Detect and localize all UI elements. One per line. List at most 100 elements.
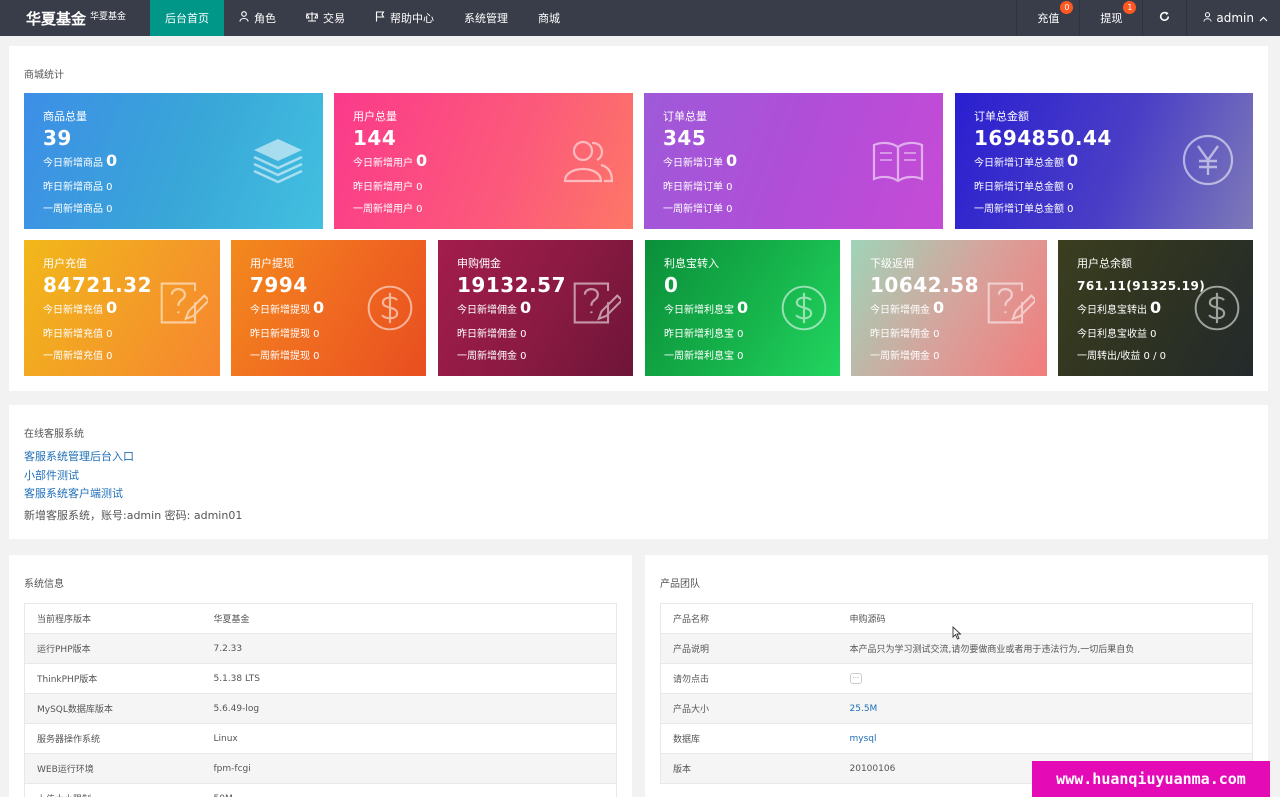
card-yesterday: 昨日新增佣金 0 — [870, 329, 940, 340]
dollar-icon — [366, 284, 414, 332]
nav-help-label: 帮助中心 — [390, 12, 434, 25]
card-week: 一周新增用户 0 — [353, 204, 423, 215]
nav-mall-label: 商城 — [538, 12, 560, 25]
withdraw-button[interactable]: 提现 1 — [1079, 0, 1142, 36]
withdraw-label: 提现 — [1100, 12, 1123, 25]
service-note: 新增客服系统，账号:admin 密码: admin01 — [24, 509, 243, 522]
card-yesterday: 昨日新增用户 0 — [353, 182, 423, 193]
card-today: 今日新增佣金 0 — [870, 298, 945, 317]
stat-card-commission[interactable]: 申购佣金 19132.57 今日新增佣金 0 昨日新增佣金 0 一周新增佣金 0 — [438, 240, 633, 376]
card-week: 一周转出/收益 0 / 0 — [1077, 351, 1166, 362]
do-not-click-button[interactable]: ··· — [849, 673, 863, 684]
table-row: 运行PHP版本 7.2.33 — [24, 633, 617, 664]
size-link[interactable]: 25.5M — [850, 704, 878, 714]
card-label: 利息宝转入 — [664, 257, 719, 270]
book-icon — [871, 135, 925, 189]
service-client-link[interactable]: 客服系统客户端测试 — [24, 485, 134, 504]
stat-card-interest-in[interactable]: 利息宝转入 0 今日新增利息宝 0 昨日新增利息宝 0 一周新增利息宝 0 — [645, 240, 840, 376]
stat-card-orders[interactable]: 订单总量 345 今日新增订单 0 昨日新增订单 0 一周新增订单 0 — [644, 93, 943, 229]
table-row: ThinkPHP版本 5.1.38 LTS — [24, 663, 617, 694]
sysinfo-table: 当前程序版本 华夏基金 运行PHP版本 7.2.33 ThinkPHP版本 5.1.3… — [24, 603, 617, 797]
admin-menu[interactable]: admin — [1186, 0, 1280, 36]
logo-sub: 华夏基金 — [90, 12, 127, 22]
card-label: 订单总量 — [663, 110, 707, 123]
service-admin-link[interactable]: 客服系统管理后台入口 — [24, 448, 134, 467]
question-edit-icon — [158, 278, 208, 328]
team-title: 产品团队 — [660, 579, 700, 590]
nav-trade[interactable]: 交易 — [291, 0, 360, 36]
stat-card-recharge[interactable]: 用户充值 84721.32 今日新增充值 0 昨日新增充值 0 一周新增充值 0 — [24, 240, 220, 376]
card-yesterday: 昨日新增订单 0 — [663, 182, 733, 193]
card-value: 39 — [43, 126, 72, 150]
stat-card-withdraw[interactable]: 用户提现 7994 今日新增提现 0 昨日新增提现 0 一周新增提现 0 — [231, 240, 426, 376]
service-title: 在线客服系统 — [24, 429, 84, 440]
stat-card-users[interactable]: 用户总量 144 今日新增用户 0 昨日新增用户 0 一周新增用户 0 — [334, 93, 633, 229]
card-label: 用户提现 — [250, 257, 294, 270]
chevron-up-icon — [1259, 11, 1268, 25]
scale-icon — [305, 11, 319, 25]
card-value: 345 — [663, 126, 707, 150]
stat-card-balance[interactable]: 用户总余额 761.11(91325.19) 今日利息宝转出 0 今日利息宝收益 … — [1058, 240, 1253, 376]
nav-trade-label: 交易 — [323, 12, 345, 25]
recharge-badge: 0 — [1060, 1, 1074, 14]
nav-system[interactable]: 系统管理 — [449, 0, 523, 36]
refresh-button[interactable] — [1142, 0, 1186, 36]
card-yesterday: 昨日新增订单总金额 0 — [974, 182, 1074, 193]
card-yesterday: 今日利息宝收益 0 — [1077, 329, 1157, 340]
card-today: 今日新增订单 0 — [663, 151, 738, 170]
card-today: 今日利息宝转出 0 — [1077, 298, 1162, 317]
card-today: 今日新增订单总金额 0 — [974, 151, 1079, 170]
withdraw-badge: 1 — [1123, 1, 1137, 14]
card-value: 19132.57 — [457, 273, 567, 297]
admin-label: admin — [1216, 11, 1254, 25]
flag-icon — [375, 11, 385, 25]
nav-roles[interactable]: 角色 — [224, 0, 291, 36]
card-yesterday: 昨日新增商品 0 — [43, 182, 113, 193]
card-value: 84721.32 — [43, 273, 153, 297]
card-today: 今日新增提现 0 — [250, 298, 325, 317]
refresh-icon — [1159, 11, 1170, 25]
nav-help[interactable]: 帮助中心 — [360, 0, 449, 36]
logo-main: 华夏基金 — [26, 9, 87, 28]
card-today: 今日新增用户 0 — [353, 151, 428, 170]
card-label: 用户充值 — [43, 257, 87, 270]
card-week: 一周新增佣金 0 — [457, 351, 527, 362]
recharge-button[interactable]: 充值 0 — [1016, 0, 1079, 36]
widget-test-link[interactable]: 小部件测试 — [24, 467, 134, 486]
card-value: 761.11(91325.19) — [1077, 279, 1206, 293]
card-label: 下级返佣 — [870, 257, 914, 270]
card-today: 今日新增佣金 0 — [457, 298, 532, 317]
card-yesterday: 昨日新增提现 0 — [250, 329, 320, 340]
card-label: 用户总量 — [353, 110, 397, 123]
watermark-banner: www.huanqiuyuanma.com — [1032, 761, 1270, 797]
service-links: 客服系统管理后台入口 小部件测试 客服系统客户端测试 — [24, 448, 134, 504]
stat-card-products[interactable]: 商品总量 39 今日新增商品 0 昨日新增商品 0 一周新增商品 0 — [24, 93, 323, 229]
nav-home-label: 后台首页 — [165, 12, 209, 25]
card-week: 一周新增商品 0 — [43, 204, 113, 215]
database-link[interactable]: mysql — [850, 734, 877, 744]
dollar-icon — [1193, 284, 1241, 332]
stat-card-rebate[interactable]: 下级返佣 10642.58 今日新增佣金 0 昨日新增佣金 0 一周新增佣金 0 — [851, 240, 1047, 376]
table-row: 上传大小限制50M — [24, 783, 617, 797]
nav-home[interactable]: 后台首页 — [150, 0, 224, 36]
service-panel: 在线客服系统 客服系统管理后台入口 小部件测试 客服系统客户端测试 新增客服系统… — [9, 405, 1268, 539]
nav-mall[interactable]: 商城 — [523, 0, 575, 36]
table-row: MySQL数据库版本 5.6.49-log — [24, 693, 617, 724]
card-week: 一周新增订单 0 — [663, 204, 733, 215]
mouse-cursor-icon — [952, 625, 962, 644]
card-week: 一周新增充值 0 — [43, 351, 113, 362]
logo[interactable]: 华夏基金 华夏基金 — [0, 0, 150, 36]
stat-card-order-amount[interactable]: 订单总金额 1694850.44 今日新增订单总金额 0 昨日新增订单总金额 0 … — [955, 93, 1253, 229]
card-label: 申购佣金 — [457, 257, 501, 270]
card-yesterday: 昨日新增充值 0 — [43, 329, 113, 340]
recharge-label: 充值 — [1037, 12, 1060, 25]
card-yesterday: 昨日新增利息宝 0 — [664, 329, 744, 340]
table-row: 数据库 mysql — [660, 723, 1253, 754]
card-week: 一周新增利息宝 0 — [664, 351, 744, 362]
card-today: 今日新增充值 0 — [43, 298, 118, 317]
table-row: 产品大小 25.5M — [660, 693, 1253, 724]
table-row: 当前程序版本 华夏基金 — [24, 603, 617, 634]
users-icon — [561, 135, 615, 189]
question-edit-icon — [985, 278, 1035, 328]
card-today: 今日新增利息宝 0 — [664, 298, 749, 317]
